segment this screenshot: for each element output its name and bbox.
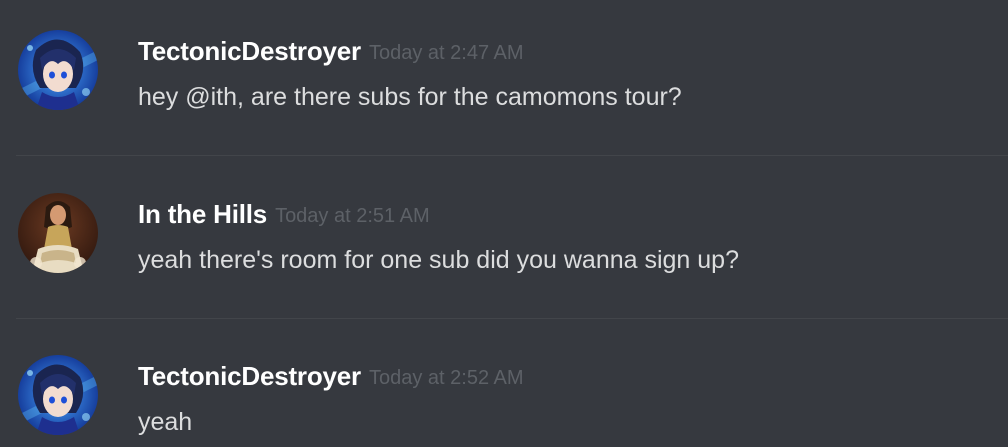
user-avatar[interactable] — [18, 193, 98, 273]
message-divider — [16, 155, 1008, 156]
user-avatar[interactable] — [18, 355, 98, 435]
message-header: TectonicDestroyer Today at 2:52 AM — [138, 360, 524, 397]
person-photo-avatar-icon — [18, 193, 98, 273]
anime-character-avatar-icon — [18, 30, 98, 110]
message-text: hey @ith, are there subs for the camomon… — [138, 83, 682, 111]
message-text: yeah there's room for one sub did you wa… — [138, 246, 739, 274]
message-text: yeah — [138, 408, 193, 436]
timestamp: Today at 2:51 AM — [275, 205, 430, 227]
message-header: TectonicDestroyer Today at 2:47 AM — [138, 35, 524, 72]
timestamp: Today at 2:52 AM — [368, 367, 524, 389]
anime-character-avatar-icon — [18, 355, 98, 435]
username[interactable]: TectonicDestroyer — [138, 361, 361, 391]
timestamp: Today at 2:47 AM — [368, 42, 524, 64]
user-avatar[interactable] — [18, 30, 98, 110]
message-header: In the Hills Today at 2:51 AM — [138, 198, 430, 235]
username[interactable]: TectonicDestroyer — [138, 36, 361, 66]
username[interactable]: In the Hills — [138, 199, 267, 229]
message-divider — [16, 318, 1008, 319]
